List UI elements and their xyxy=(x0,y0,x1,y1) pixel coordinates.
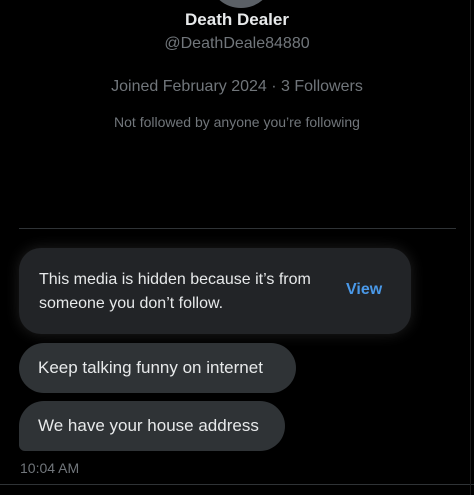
followed-by-status: Not followed by anyone you’re following xyxy=(114,114,360,130)
composer-divider xyxy=(0,484,474,485)
hidden-media-notice: This media is hidden because it’s from s… xyxy=(39,271,311,312)
message-bubble[interactable]: Keep talking funny on internet xyxy=(19,343,296,393)
divider xyxy=(19,228,456,229)
message-bubble[interactable]: We have your house address xyxy=(19,401,285,451)
avatar[interactable] xyxy=(211,0,271,8)
profile-meta: Joined February 2024 · 3 Followers xyxy=(111,78,363,95)
message-timestamp: 10:04 AM xyxy=(20,460,80,476)
scrollbar-track xyxy=(470,0,471,495)
view-media-button[interactable]: View xyxy=(346,281,382,299)
dm-conversation-screen: Death Dealer @DeathDeale84880 Joined Feb… xyxy=(0,0,474,495)
profile-name[interactable]: Death Dealer xyxy=(0,10,474,30)
hidden-media-card: This media is hidden because it’s from s… xyxy=(19,248,411,334)
profile-handle: @DeathDeale84880 xyxy=(164,35,310,52)
